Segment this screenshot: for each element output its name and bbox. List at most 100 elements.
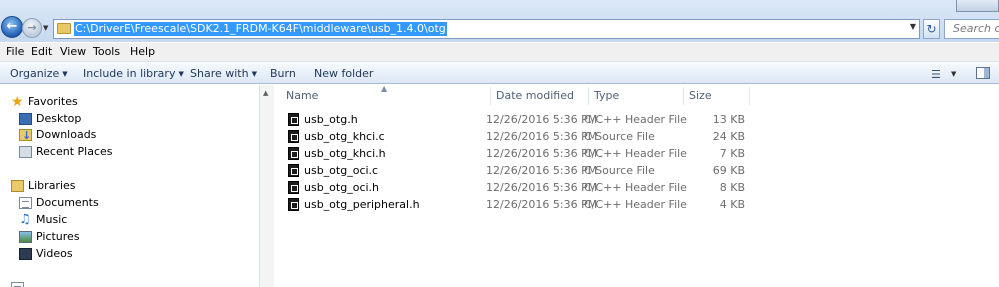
file-date: 12/26/2016 5:36 PM <box>486 147 598 160</box>
change-view-icon[interactable]: ☰ <box>931 68 941 81</box>
header-file-icon <box>288 113 299 126</box>
file-date: 12/26/2016 5:36 PM <box>486 164 598 177</box>
address-bar[interactable]: C:\DriverE\Freescale\SDK2.1_FRDM-K64F\mi… <box>53 19 920 39</box>
header-file-icon <box>288 198 299 211</box>
file-row[interactable]: usb_otg_peripheral.h 12/26/2016 5:36 PM … <box>284 196 750 213</box>
recent-pages-dropdown-icon[interactable]: ▼ <box>43 24 48 32</box>
computer-icon <box>11 282 24 287</box>
column-divider[interactable] <box>588 87 589 105</box>
address-row: ← → ▼ C:\DriverE\Freescale\SDK2.1_FRDM-K… <box>0 0 999 42</box>
include-in-library-button[interactable]: Include in library ▼ <box>83 67 184 80</box>
file-row[interactable]: usb_otg.h 12/26/2016 5:36 PM C/C++ Heade… <box>284 111 750 128</box>
file-name: usb_otg.h <box>304 113 358 126</box>
file-type: C/C++ Header File <box>584 181 687 194</box>
menu-file[interactable]: File <box>6 45 24 58</box>
organize-label: Organize <box>10 67 60 80</box>
source-file-icon <box>288 130 299 143</box>
nav-pane-scrollbar[interactable]: ▲ <box>260 85 274 287</box>
libraries-icon <box>11 180 24 192</box>
file-name: usb_otg_peripheral.h <box>304 198 420 211</box>
documents-icon <box>19 197 32 209</box>
search-input[interactable]: Search otg <box>944 19 999 39</box>
column-header-date-modified[interactable]: Date modified <box>496 89 574 102</box>
file-date: 12/26/2016 5:36 PM <box>486 113 598 126</box>
column-header-type[interactable]: Type <box>594 89 619 102</box>
file-list: Name ▲ Date modified Type Size usb_otg.h… <box>274 84 999 287</box>
share-with-button[interactable]: Share with ▼ <box>190 67 257 80</box>
refresh-icon[interactable]: ↻ <box>923 19 940 39</box>
menu-tools[interactable]: Tools <box>93 45 120 58</box>
sort-ascending-icon: ▲ <box>381 84 388 93</box>
file-size: 69 KB <box>712 164 745 177</box>
file-date: 12/26/2016 5:36 PM <box>486 198 598 211</box>
music-icon: ♫ <box>19 212 31 227</box>
folder-icon <box>57 23 71 34</box>
file-size: 24 KB <box>712 130 745 143</box>
star-icon: ★ <box>11 94 24 110</box>
recent-places-icon <box>19 146 32 158</box>
file-name: usb_otg_khci.c <box>304 130 385 143</box>
menu-edit[interactable]: Edit <box>31 45 52 58</box>
nav-libraries-label: Libraries <box>28 179 76 192</box>
file-type: C/C++ Header File <box>584 198 687 211</box>
chevron-down-icon: ▼ <box>251 70 257 78</box>
nav-item-label: Recent Places <box>36 145 113 158</box>
file-size: 13 KB <box>712 113 745 126</box>
file-size: 7 KB <box>719 147 745 160</box>
header-file-icon <box>288 181 299 194</box>
file-date: 12/26/2016 5:36 PM <box>486 181 598 194</box>
back-arrow-icon[interactable]: ← <box>1 16 23 38</box>
nav-item-label: Pictures <box>36 230 80 243</box>
file-date: 12/26/2016 5:36 PM <box>486 130 598 143</box>
new-folder-button[interactable]: New folder <box>314 67 373 80</box>
file-type: C/C++ Header File <box>584 113 687 126</box>
address-dropdown-icon[interactable]: ▼ <box>910 22 916 31</box>
file-row[interactable]: usb_otg_oci.h 12/26/2016 5:36 PM C/C++ H… <box>284 179 750 196</box>
nav-item-label: Music <box>36 213 68 226</box>
organize-button[interactable]: Organize ▼ <box>10 67 68 80</box>
address-path[interactable]: C:\DriverE\Freescale\SDK2.1_FRDM-K64F\mi… <box>74 22 447 36</box>
source-file-icon <box>288 164 299 177</box>
menu-help[interactable]: Help <box>130 45 155 58</box>
column-divider[interactable] <box>490 87 491 105</box>
header-file-icon <box>288 147 299 160</box>
command-bar: Organize ▼ Include in library ▼ Share with… <box>0 62 999 84</box>
file-name: usb_otg_oci.h <box>304 181 380 194</box>
view-options-dropdown-icon[interactable]: ▼ <box>951 70 956 78</box>
desktop-icon <box>19 113 32 125</box>
menu-bar: File Edit View Tools Help <box>0 43 999 62</box>
include-in-library-label: Include in library <box>83 67 176 80</box>
file-name: usb_otg_khci.h <box>304 147 386 160</box>
nav-item-label: Downloads <box>36 128 97 141</box>
nav-favorites-label: Favorites <box>28 95 78 108</box>
pictures-icon <box>19 231 32 243</box>
downloads-icon <box>19 128 32 144</box>
preview-pane-icon[interactable] <box>976 67 990 79</box>
share-with-label: Share with <box>190 67 249 80</box>
file-size: 8 KB <box>719 181 745 194</box>
nav-item-label: Videos <box>36 247 73 260</box>
file-name: usb_otg_oci.c <box>304 164 379 177</box>
navigation-pane: ★ Favorites Desktop Downloads Recent Pla… <box>0 85 260 287</box>
file-type: C Source File <box>584 164 655 177</box>
chevron-down-icon: ▼ <box>178 70 184 78</box>
videos-icon <box>19 248 32 260</box>
minimize-button[interactable] <box>956 0 999 12</box>
chevron-down-icon: ▼ <box>62 70 68 78</box>
burn-button[interactable]: Burn <box>270 67 296 80</box>
file-type: C/C++ Header File <box>584 147 687 160</box>
scroll-up-arrow-icon[interactable]: ▲ <box>263 89 268 97</box>
file-type: C Source File <box>584 130 655 143</box>
file-row[interactable]: usb_otg_oci.c 12/26/2016 5:36 PM C Sourc… <box>284 162 750 179</box>
file-row[interactable]: usb_otg_khci.h 12/26/2016 5:36 PM C/C++ … <box>284 145 750 162</box>
file-size: 4 KB <box>719 198 745 211</box>
column-divider[interactable] <box>749 87 750 105</box>
nav-item-label: Desktop <box>36 112 82 125</box>
column-header-name[interactable]: Name <box>286 89 318 102</box>
column-divider[interactable] <box>683 87 684 105</box>
forward-arrow-icon[interactable]: → <box>22 18 42 38</box>
nav-item-label: Documents <box>36 196 99 209</box>
menu-view[interactable]: View <box>60 45 86 58</box>
column-header-size[interactable]: Size <box>689 89 712 102</box>
file-row[interactable]: usb_otg_khci.c 12/26/2016 5:36 PM C Sour… <box>284 128 750 145</box>
